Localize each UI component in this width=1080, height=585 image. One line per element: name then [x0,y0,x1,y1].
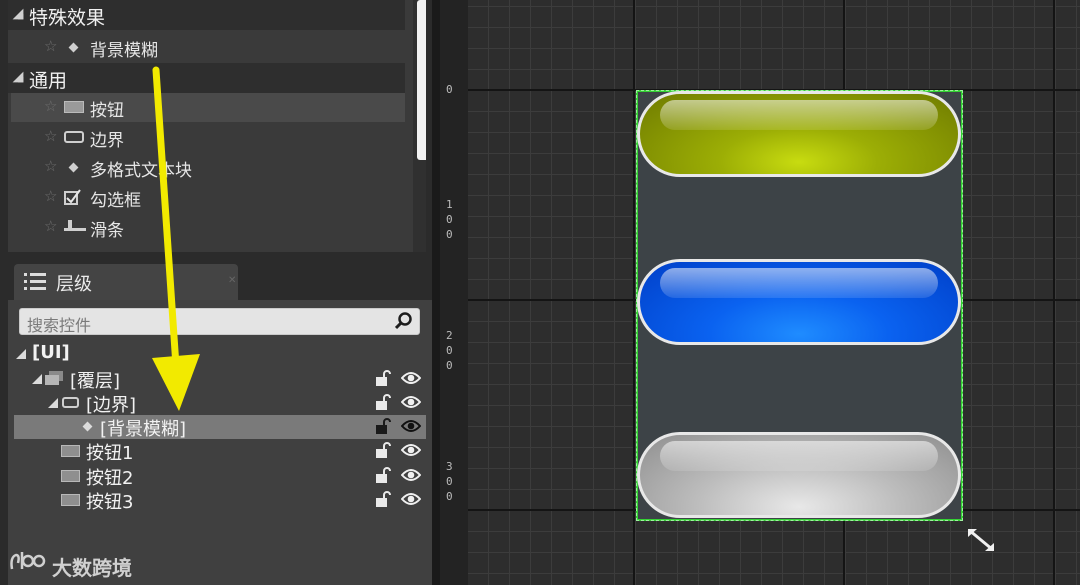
favorite-star-icon[interactable]: ☆ [44,127,57,145]
visibility-eye-icon[interactable] [401,443,421,457]
palette-category-special-effects[interactable]: 特殊效果 [8,0,405,30]
lock-icon[interactable] [375,491,391,507]
tab-hierarchy[interactable]: 层级 ✕ [14,264,238,300]
tree-row-label: [UI] [32,342,70,363]
lock-icon[interactable] [375,442,391,458]
tree-row-overlay[interactable]: [覆层] [14,367,426,392]
visibility-eye-icon[interactable] [401,395,421,409]
tab-label: 层级 [56,274,92,295]
grid-major-line [1053,0,1055,585]
expand-triangle-icon[interactable] [12,8,24,20]
checkbox-icon [64,189,82,209]
tree-row-border[interactable]: [边界] [14,391,426,416]
lock-icon[interactable] [375,467,391,483]
watermark-text: 大数跨境 [52,556,132,580]
tree-row-label: [背景模糊] [100,419,187,440]
category-label: 通用 [29,70,68,92]
search-widgets-input[interactable]: 搜索控件 [19,308,420,335]
palette-item-rich-text-block[interactable]: ☆ 多格式文本块 [11,153,405,182]
resize-handle-icon[interactable] [966,527,996,553]
canvas-button-yellow-green[interactable] [637,91,961,177]
palette-category-common[interactable]: 通用 [8,63,405,93]
expand-triangle-icon[interactable] [16,349,26,359]
button-widget-icon [64,99,84,113]
palette-item-label: 按钮 [90,101,124,121]
visibility-eye-icon[interactable] [401,492,421,506]
button-widget-icon [61,470,80,482]
ruler-label-100: 100 [446,198,453,241]
palette-item-label: 背景模糊 [90,41,158,61]
canvas-button-blue[interactable] [637,259,961,345]
lock-icon[interactable] [375,418,391,434]
palette-item-border[interactable]: ☆ 边界 [11,123,405,152]
palette-item-label: 滑条 [90,221,124,241]
tree-row-label: 按钮3 [86,492,134,513]
expand-triangle-icon[interactable] [48,398,58,408]
palette-item-background-blur[interactable]: ☆ 背景模糊 [11,33,405,62]
canvas-button-gray[interactable] [637,432,961,518]
visibility-eye-icon[interactable] [401,468,421,482]
vertical-ruler: 0 100 200 300 [440,0,468,585]
tree-row-button-2[interactable]: 按钮2 [14,464,426,489]
overlay-icon [45,371,63,385]
ruler-label-200: 200 [446,329,453,372]
diamond-icon [82,421,93,432]
tree-row-background-blur[interactable]: [背景模糊] [14,415,426,440]
ruler-label-0: 0 [446,83,453,96]
palette-item-label: 勾选框 [90,191,141,211]
lock-icon[interactable] [375,394,391,410]
favorite-star-icon[interactable]: ☆ [44,97,57,115]
palette-item-label: 边界 [90,131,124,151]
tree-row-button-3[interactable]: 按钮3 [14,488,426,513]
expand-triangle-icon[interactable] [12,71,24,83]
watermark: 大数跨境 [8,549,132,580]
diamond-icon [64,39,79,53]
palette-item-slider[interactable]: ☆ 滑条 [11,213,405,242]
diamond-icon [64,159,79,173]
palette-scrollbar-thumb[interactable] [417,0,426,160]
border-widget-icon [64,129,84,143]
visibility-eye-icon[interactable] [401,371,421,385]
hierarchy-list-icon [24,273,46,291]
button-widget-icon [61,445,80,457]
favorite-star-icon[interactable]: ☆ [44,217,57,235]
tree-row-label: [边界] [86,395,137,416]
ruler-label-300: 300 [446,460,453,503]
tree-row-label: [覆层] [70,371,121,392]
favorite-star-icon[interactable]: ☆ [44,187,57,205]
panel-splitter[interactable] [432,0,440,585]
lock-icon[interactable] [375,370,391,386]
visibility-eye-icon[interactable] [401,419,421,433]
tree-row-label: 按钮1 [86,443,134,464]
palette-item-button[interactable]: ☆ 按钮 [11,93,405,122]
border-widget-icon [62,397,79,408]
close-tab-icon[interactable]: ✕ [228,275,236,286]
favorite-star-icon[interactable]: ☆ [44,37,57,55]
watermark-logo-icon [10,552,46,570]
tree-row-ui-root[interactable]: [UI] [14,342,426,366]
expand-triangle-icon[interactable] [32,374,42,384]
widget-palette: 特殊效果 ☆ 背景模糊 通用 ☆ 按钮 ☆ 边界 ☆ 多格式文本块 ☆ 勾选框 … [8,0,426,252]
grid-major-line [633,0,635,585]
palette-item-checkbox[interactable]: ☆ 勾选框 [11,183,405,212]
button-widget-icon [61,494,80,506]
favorite-star-icon[interactable]: ☆ [44,157,57,175]
tree-row-button-1[interactable]: 按钮1 [14,439,426,464]
slider-icon [64,219,86,238]
category-label: 特殊效果 [29,7,106,29]
tree-row-label: 按钮2 [86,468,134,489]
search-icon[interactable] [395,312,413,330]
search-placeholder: 搜索控件 [27,316,92,335]
palette-item-label: 多格式文本块 [90,161,192,181]
